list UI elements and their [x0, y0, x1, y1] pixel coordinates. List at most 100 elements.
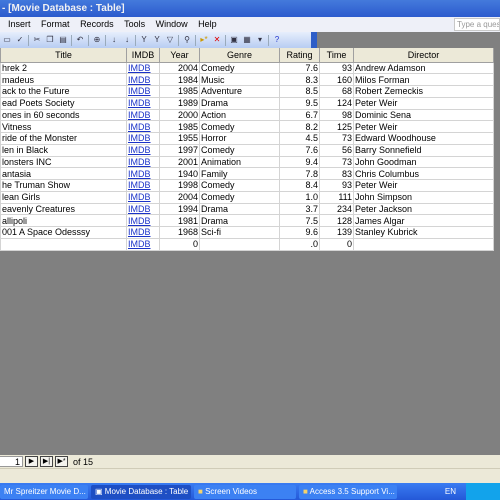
table-row[interactable]: ead Poets Society IMDB 1989 Drama 9.5 124 Pete…	[0, 96, 494, 110]
column-header-imdb[interactable]: IMDB	[126, 48, 160, 63]
cell-time[interactable]: 0	[319, 237, 354, 251]
new-object-icon[interactable]: ▦	[242, 35, 252, 45]
cell-imdb[interactable]: IMDB	[126, 226, 160, 239]
imdb-link[interactable]: IMDB	[128, 227, 151, 237]
cell-imdb[interactable]: IMDB	[126, 73, 160, 86]
cell-genre[interactable]: Adventure	[199, 85, 280, 98]
cell-director[interactable]: Peter Jackson	[353, 202, 494, 216]
imdb-link[interactable]: IMDB	[128, 145, 151, 155]
cell-year[interactable]: 1985	[159, 85, 200, 98]
cell-director[interactable]: Robert Zemeckis	[353, 85, 494, 98]
filter-by-selection-icon[interactable]: Y	[139, 35, 149, 45]
undo-icon[interactable]: ↶	[75, 35, 85, 45]
taskbar-item[interactable]: Mr Spreitzer Movie D...	[0, 484, 88, 499]
cell-imdb[interactable]: IMDB	[126, 179, 160, 192]
cell-time[interactable]: 68	[319, 85, 354, 98]
imdb-link[interactable]: IMDB	[128, 180, 151, 190]
cell-genre[interactable]: Comedy	[199, 120, 280, 133]
cell-title[interactable]: ones in 60 seconds	[0, 108, 127, 122]
cell-director[interactable]: Chris Columbus	[353, 167, 494, 180]
table-row[interactable]: antasia IMDB 1940 Family 7.8 83 Chris Columbus	[0, 167, 494, 180]
table-row[interactable]: eavenly Creatures IMDB 1994 Drama 3.7 234 Pete…	[0, 202, 494, 216]
cell-year[interactable]: 1989	[159, 96, 200, 110]
cell-genre[interactable]: Action	[199, 108, 280, 122]
imdb-link[interactable]: IMDB	[128, 169, 151, 179]
cell-imdb[interactable]: IMDB	[126, 143, 160, 157]
current-record-input[interactable]: 1	[0, 456, 23, 467]
cell-imdb[interactable]: IMDB	[126, 202, 160, 216]
imdb-link[interactable]: IMDB	[128, 157, 151, 167]
cell-imdb[interactable]: IMDB	[126, 155, 160, 169]
hyperlink-icon[interactable]: ⊕	[92, 35, 102, 45]
cell-year[interactable]: 1984	[159, 73, 200, 86]
column-header-genre[interactable]: Genre	[199, 48, 280, 63]
new-record-icon[interactable]: ▸*	[199, 35, 209, 45]
spelling-icon[interactable]: ✓	[15, 35, 25, 45]
table-row[interactable]: len in Black IMDB 1997 Comedy 7.6 56 Barry Son…	[0, 143, 494, 157]
cell-genre[interactable]: Comedy	[199, 143, 280, 157]
filter-by-form-icon[interactable]: Y	[152, 35, 162, 45]
cell-rating[interactable]: 6.7	[279, 108, 320, 122]
cell-time[interactable]: 124	[319, 96, 354, 110]
imdb-link[interactable]: IMDB	[128, 122, 151, 132]
cell-year[interactable]: 1985	[159, 120, 200, 133]
cell-year[interactable]: 1994	[159, 202, 200, 216]
table-row[interactable]: ride of the Monster IMDB 1955 Horror 4.5 73 Ed…	[0, 132, 494, 145]
imdb-link[interactable]: IMDB	[128, 192, 151, 202]
cell-genre[interactable]: Music	[199, 73, 280, 86]
cell-year[interactable]: 2000	[159, 108, 200, 122]
toolbar-options-grip[interactable]	[311, 32, 317, 48]
cell-genre[interactable]: Sci-fi	[199, 226, 280, 239]
last-record-button[interactable]: ▶|	[40, 456, 53, 467]
cell-title[interactable]: ead Poets Society	[0, 96, 127, 110]
cell-director[interactable]: Barry Sonnefield	[353, 143, 494, 157]
cell-director[interactable]: Milos Forman	[353, 73, 494, 86]
copy-icon[interactable]: ❐	[45, 35, 55, 45]
cell-genre[interactable]: Comedy	[199, 179, 280, 192]
menu-insert[interactable]: Insert	[8, 19, 31, 29]
table-row[interactable]: madeus IMDB 1984 Music 8.3 160 Milos Forman	[0, 73, 494, 86]
cell-director[interactable]: Stanley Kubrick	[353, 226, 494, 239]
apply-filter-icon[interactable]: ▽	[165, 35, 175, 45]
cell-rating[interactable]: 9.4	[279, 155, 320, 169]
column-header-year[interactable]: Year	[159, 48, 200, 63]
cell-year[interactable]: 1981	[159, 214, 200, 227]
cell-time[interactable]: 56	[319, 143, 354, 157]
cell-genre[interactable]: Family	[199, 167, 280, 180]
column-header-time[interactable]: Time	[319, 48, 354, 63]
cell-time[interactable]: 93	[319, 179, 354, 192]
cell-time[interactable]: 98	[319, 108, 354, 122]
menu-help[interactable]: Help	[198, 19, 217, 29]
imdb-link[interactable]: IMDB	[128, 86, 151, 96]
cell-rating[interactable]: 8.3	[279, 73, 320, 86]
cell-title[interactable]: lean Girls	[0, 190, 127, 204]
cell-time[interactable]: 139	[319, 226, 354, 239]
cell-genre[interactable]: Drama	[199, 96, 280, 110]
cell-year[interactable]: 1997	[159, 143, 200, 157]
new-record-button[interactable]: ▶*	[55, 456, 68, 467]
table-row[interactable]: Vitness IMDB 1985 Comedy 8.2 125 Peter Weir	[0, 120, 494, 133]
table-row[interactable]: lonsters INC IMDB 2001 Animation 9.4 73 John G…	[0, 155, 494, 169]
menu-format[interactable]: Format	[41, 19, 70, 29]
table-row[interactable]: he Truman Show IMDB 1998 Comedy 8.4 93 Peter W…	[0, 179, 494, 192]
menu-records[interactable]: Records	[80, 19, 114, 29]
delete-record-icon[interactable]: ✕	[212, 35, 222, 45]
cell-director[interactable]: Edward Woodhouse	[353, 132, 494, 145]
cell-director[interactable]	[353, 237, 494, 251]
cell-director[interactable]: Andrew Adamson	[353, 61, 494, 75]
taskbar-item[interactable]: ■ Access 3.5 Support Vi...	[299, 484, 397, 499]
cell-title[interactable]: Vitness	[0, 120, 127, 133]
cell-imdb[interactable]: IMDB	[126, 108, 160, 122]
imdb-link[interactable]: IMDB	[128, 110, 151, 120]
imdb-link[interactable]: IMDB	[128, 98, 151, 108]
cell-rating[interactable]: 7.5	[279, 214, 320, 227]
cell-genre[interactable]: Comedy	[199, 190, 280, 204]
cell-imdb[interactable]: IMDB	[126, 85, 160, 98]
cell-rating[interactable]: 1.0	[279, 190, 320, 204]
table-row[interactable]: ones in 60 seconds IMDB 2000 Action 6.7 98 Dom…	[0, 108, 494, 122]
language-indicator[interactable]: EN	[445, 487, 456, 496]
cell-genre[interactable]: Drama	[199, 202, 280, 216]
help-icon[interactable]: ?	[272, 35, 282, 45]
cell-rating[interactable]: 3.7	[279, 202, 320, 216]
cell-director[interactable]: Peter Weir	[353, 120, 494, 133]
